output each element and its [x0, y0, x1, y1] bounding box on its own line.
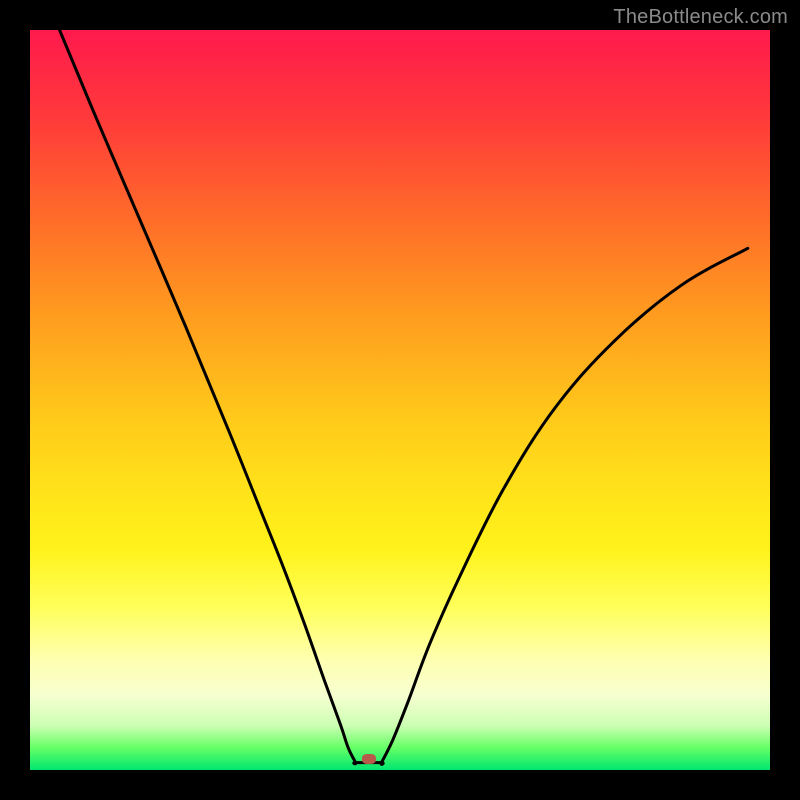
- minimum-marker: [362, 754, 376, 764]
- curve-path: [60, 30, 748, 764]
- plot-area: [30, 30, 770, 770]
- watermark-text: TheBottleneck.com: [613, 6, 788, 29]
- bottleneck-curve: [30, 30, 770, 770]
- chart-frame: TheBottleneck.com: [0, 0, 800, 800]
